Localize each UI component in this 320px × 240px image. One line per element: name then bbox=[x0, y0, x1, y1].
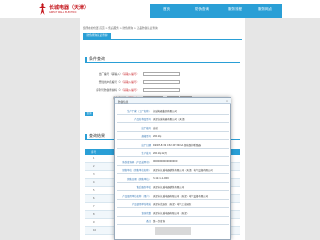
detail-value: 3-12-1-1-009 bbox=[153, 176, 169, 180]
detail-value: 2011年 bbox=[153, 135, 162, 139]
detail-label: 出厂日期 bbox=[141, 143, 151, 147]
field-label: 出厂编号（请输入）（请输入编号） bbox=[98, 73, 139, 76]
breadcrumb[interactable]: 您所在的位置 首页 > 售后服务 > 防伪查询 > 正品防伪认证查询 bbox=[83, 26, 158, 30]
serial-input[interactable] bbox=[143, 72, 180, 76]
modal-footer-bar bbox=[155, 227, 191, 235]
detail-modal: 防伪信息 × 生产厂家（工厂名称） 长城电器集团有限公司 产品名称及型号 天津长城电… bbox=[114, 97, 231, 240]
brand-subtitle: GREAT WALL ELECTRIC bbox=[49, 11, 77, 14]
column-header: 序号 bbox=[91, 151, 97, 154]
form-row: 登陆用户名编号（）（请输入编号） bbox=[85, 80, 240, 85]
form-row: 出厂编号（请输入）（请输入编号） bbox=[85, 72, 240, 77]
modal-header: 防伪信息 × bbox=[115, 98, 231, 104]
detail-value: 长城电器集团有限公司 bbox=[153, 109, 177, 113]
code-input[interactable] bbox=[143, 88, 180, 92]
detail-row: 生产批号 2011年12月 bbox=[117, 149, 229, 157]
brand-logo-icon bbox=[39, 3, 46, 15]
detail-value: 天津市长城电器有限公司（天津）电气设备有限公司 bbox=[153, 194, 208, 198]
user-number-input[interactable] bbox=[143, 80, 180, 84]
detail-row: 销售单位（销售单位名称） 天津市长城电器销售有限公司（天津）电气设备有限公司 bbox=[117, 166, 229, 174]
detail-value: 天津市长城电器销售有限公司 bbox=[153, 186, 185, 190]
detail-label: 防伪查询码（产品说明书） bbox=[122, 160, 151, 164]
detail-row: 查询次数 天津市长城电器有限公司（天津） bbox=[117, 208, 229, 217]
detail-value: 自动 bbox=[153, 126, 158, 130]
field-label: 序列号防伪查询码（）（请输入编号） bbox=[96, 89, 139, 92]
form-row: 序列号防伪查询码（）（请输入编号） bbox=[85, 88, 240, 93]
section-marker-icon bbox=[85, 134, 87, 139]
detail-row: 备注 第一次查询 bbox=[117, 217, 229, 225]
detail-label: 备注 bbox=[146, 220, 151, 224]
detail-label: 产品名称及型号 bbox=[134, 118, 151, 122]
detail-label: 销售单位（销售单位名称） bbox=[122, 169, 151, 173]
detail-value: 天津长城电器有限公司（天津） bbox=[153, 118, 187, 122]
detail-row: 出厂编号 自动 bbox=[117, 123, 229, 132]
detail-row: 规格型号 2011年 bbox=[117, 132, 229, 140]
detail-label: 产品使用单位地址 bbox=[131, 203, 151, 207]
nav-item-outlets[interactable]: 服务网点 bbox=[258, 7, 272, 12]
detail-value: 0000000000000000 bbox=[153, 159, 178, 163]
nav-item-verify[interactable]: 防伪查询 bbox=[195, 7, 209, 12]
brand-name[interactable]: 长城电器（天津） bbox=[49, 4, 89, 11]
detail-row: 出厂日期 DZ47LE-32 C32 2P 30mA 漏电保护断路器 bbox=[117, 140, 229, 149]
detail-row: 生产厂家（工厂名称） 长城电器集团有限公司 bbox=[117, 106, 229, 115]
detail-row: 产品使用单位名称（用户） 天津市长城电器有限公司（天津）电气设备有限公司 bbox=[117, 191, 229, 200]
section-marker-icon bbox=[85, 57, 87, 62]
detail-label: 售后服务单位 bbox=[136, 186, 151, 190]
detail-label: 规格型号 bbox=[141, 135, 151, 139]
detail-label: 生产批号 bbox=[141, 152, 151, 156]
detail-value: 天津市北辰区（天津）电气工业园区 bbox=[153, 203, 192, 207]
nav-item-service[interactable]: 服务流程 bbox=[228, 7, 242, 12]
detail-label: 出厂编号 bbox=[141, 126, 151, 130]
detail-value: 第一次查询 bbox=[153, 220, 165, 224]
detail-row: 产品名称及型号 天津长城电器有限公司（天津） bbox=[117, 115, 229, 123]
detail-value: 天津市长城电器销售有限公司（天津）电气设备有限公司 bbox=[153, 169, 213, 173]
modal-title: 防伪信息 bbox=[118, 100, 129, 104]
query-section-header: 条件查询 bbox=[85, 56, 240, 63]
detail-row: 售后服务单位 天津市长城电器销售有限公司 bbox=[117, 183, 229, 191]
detail-value: 天津市长城电器有限公司（天津） bbox=[153, 211, 189, 215]
detail-label: 销售日期（销售单位） bbox=[127, 177, 151, 181]
detail-row: 防伪查询码（产品说明书） 0000000000000000 bbox=[117, 157, 229, 166]
close-icon[interactable]: × bbox=[225, 99, 229, 103]
detail-value: DZ47LE-32 C32 2P 30mA 漏电保护断路器 bbox=[153, 143, 201, 147]
detail-value: 2011年12月 bbox=[153, 152, 167, 156]
detail-label: 产品使用单位名称（用户） bbox=[122, 194, 151, 198]
results-section-title: 查询结果 bbox=[89, 133, 105, 138]
detail-row: 销售日期（销售单位） 3-12-1-1-009 bbox=[117, 174, 229, 183]
detail-label: 生产厂家（工厂名称） bbox=[127, 109, 151, 113]
query-button[interactable]: 查询 bbox=[85, 112, 93, 116]
field-label: 登陆用户名编号（）（请输入编号） bbox=[98, 81, 139, 84]
detail-label: 查询次数 bbox=[141, 211, 151, 215]
query-section-title: 条件查询 bbox=[89, 56, 105, 61]
tab-underline bbox=[83, 39, 242, 40]
site-header: 长城电器（天津） GREAT WALL ELECTRIC 首页 防伪查询 服务流… bbox=[0, 0, 320, 18]
nav-item-home[interactable]: 首页 bbox=[163, 7, 170, 12]
detail-row: 产品使用单位地址 天津市北辰区（天津）电气工业园区 bbox=[117, 200, 229, 208]
main-nav: 首页 防伪查询 服务流程 服务网点 bbox=[150, 4, 282, 18]
